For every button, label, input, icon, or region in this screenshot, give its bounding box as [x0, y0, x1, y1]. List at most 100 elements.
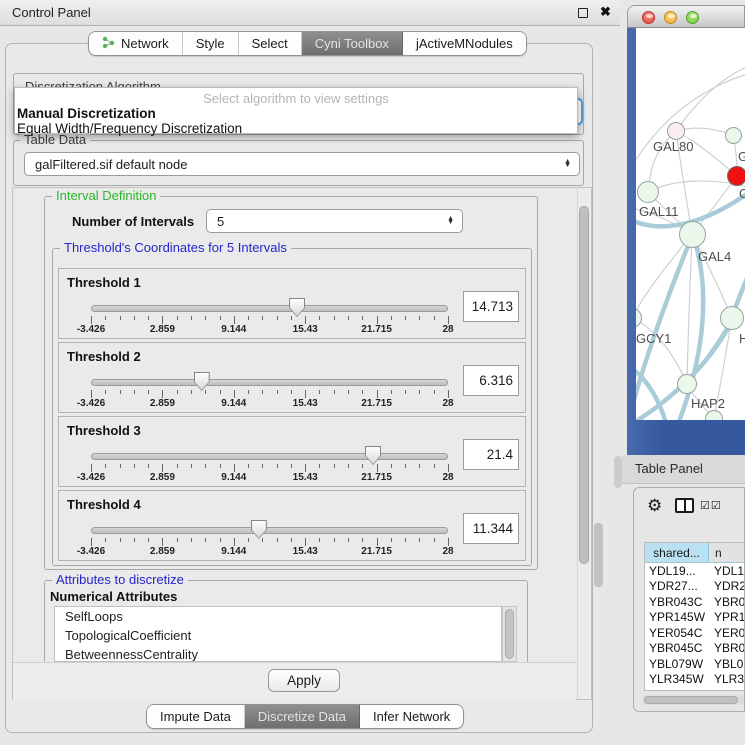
node-attribute-table: shared... n YDL19...YDL1 YDR27...YDR2 YB… — [644, 542, 745, 691]
tab-select[interactable]: Select — [239, 32, 302, 55]
threshold-4-card: Threshold 4 -3.4262.8599.14415.4321.7152… — [58, 490, 526, 561]
tab-network-label: Network — [121, 36, 169, 51]
combo-arrows-icon: ▲▼ — [564, 160, 579, 169]
numerical-attributes-list[interactable]: SelfLoops TopologicalCoefficient Between… — [54, 606, 502, 662]
apply-button[interactable]: Apply — [268, 669, 340, 692]
network-node[interactable] — [637, 181, 659, 203]
threshold-1-value-field[interactable]: 14.713 — [463, 291, 519, 322]
attributes-scrollbar-thumb[interactable] — [505, 609, 514, 659]
top-tab-bar: Network Style Select Cyni Toolbox jActiv… — [88, 31, 527, 56]
threshold-1-card: Threshold 1 -3.4262.8599.14415.4321.7152… — [58, 268, 526, 339]
node-label: HAP2 — [691, 396, 725, 411]
algorithm-option-manual[interactable]: Manual Discretization — [15, 106, 577, 121]
column-header-shared[interactable]: shared... — [645, 543, 709, 562]
tab-jactivemnodules[interactable]: jActiveMNodules — [403, 32, 526, 55]
node-label: GAL4 — [698, 249, 731, 264]
slider-ticks — [91, 464, 448, 472]
list-item[interactable]: SelfLoops — [55, 607, 501, 626]
gear-icon[interactable]: ⚙ — [647, 496, 662, 516]
close-icon[interactable]: ✖ — [600, 4, 611, 20]
slider-ticks — [91, 316, 448, 324]
attributes-scrollbar-track[interactable] — [502, 606, 517, 662]
divider-scrollbar-thumb[interactable] — [614, 456, 622, 488]
column-header-name[interactable]: n — [709, 543, 745, 562]
node-label: H — [739, 331, 745, 346]
node-label: GAL11 — [639, 204, 679, 219]
network-node[interactable] — [679, 221, 706, 248]
checkbox-icons[interactable]: ☑☑ — [700, 499, 722, 512]
table-row[interactable]: YDR27...YDR2 — [645, 579, 745, 595]
threshold-3-slider-thumb[interactable] — [365, 446, 381, 465]
control-panel-title: Control Panel — [12, 5, 91, 20]
table-row[interactable]: YLR345WYLR3 — [645, 672, 745, 688]
threshold-2-slider-thumb[interactable] — [194, 372, 210, 391]
zoom-traffic-light[interactable] — [686, 11, 699, 24]
algorithm-dropdown-popup: Select algorithm to view settings Manual… — [14, 87, 578, 134]
table-row[interactable]: YDL19...YDL1 — [645, 563, 745, 579]
threshold-1-slider-thumb[interactable] — [289, 298, 305, 317]
network-node[interactable] — [677, 374, 697, 394]
slider-tick-labels: -3.4262.8599.14415.4321.71528 — [91, 398, 448, 410]
algorithm-option-equal-width[interactable]: Equal Width/Frequency Discretization — [15, 121, 577, 136]
tab-cyni-toolbox[interactable]: Cyni Toolbox — [302, 32, 403, 55]
list-item[interactable]: TopologicalCoefficient — [55, 626, 501, 645]
table-row[interactable]: YBL079WYBL0 — [645, 656, 745, 672]
number-of-intervals-value: 5 — [207, 214, 447, 229]
tab-style[interactable]: Style — [183, 32, 239, 55]
table-row[interactable]: YER054CYER0 — [645, 625, 745, 641]
table-row[interactable]: YBR043CYBR0 — [645, 594, 745, 610]
settings-scrollbar-thumb[interactable] — [579, 206, 589, 564]
threshold-4-slider-thumb[interactable] — [251, 520, 267, 539]
list-item[interactable]: BetweennessCentrality — [55, 645, 501, 662]
thresholds-group-label: Threshold's Coordinates for 5 Intervals — [60, 241, 291, 255]
slider-tick-labels: -3.4262.8599.14415.4321.71528 — [91, 546, 448, 558]
network-node-selected[interactable] — [727, 166, 745, 186]
table-hscrollbar-track[interactable] — [642, 695, 745, 705]
number-of-intervals-label: Number of Intervals — [72, 214, 194, 229]
table-data-combobox[interactable]: galFiltered.sif default node ▲▼ — [24, 152, 580, 176]
spinner-arrows-icon: ▲▼ — [447, 217, 462, 226]
network-window-titlebar[interactable] — [627, 5, 745, 28]
network-node[interactable] — [720, 306, 744, 330]
columns-icon[interactable] — [675, 498, 694, 513]
network-icon — [102, 36, 115, 52]
minimize-traffic-light[interactable] — [664, 11, 677, 24]
slider-tick-labels: -3.4262.8599.14415.4321.71528 — [91, 472, 448, 484]
threshold-3-value-field[interactable]: 21.4 — [463, 439, 519, 470]
slider-ticks — [91, 390, 448, 398]
table-row[interactable]: YPR145WYPR1 — [645, 610, 745, 626]
network-canvas[interactable]: GAL80 G C GAL11 GAL4 GCY1 H HAP2 — [636, 28, 745, 420]
threshold-4-value-field[interactable]: 11.344 — [463, 513, 519, 544]
number-of-intervals-spinner[interactable]: 5 ▲▼ — [206, 209, 463, 233]
slider-tick-labels: -3.4262.8599.14415.4321.71528 — [91, 324, 448, 336]
table-row[interactable]: YBR045CYBR0 — [645, 641, 745, 657]
threshold-2-card: Threshold 2 -3.4262.8599.14415.4321.7152… — [58, 342, 526, 413]
control-panel-titlebar — [0, 0, 620, 26]
threshold-3-card: Threshold 3 -3.4262.8599.14415.4321.7152… — [58, 416, 526, 487]
tab-network[interactable]: Network — [89, 32, 183, 55]
tab-discretize-data[interactable]: Discretize Data — [245, 705, 360, 728]
tab-impute-data[interactable]: Impute Data — [147, 705, 245, 728]
network-node[interactable] — [725, 127, 742, 144]
threshold-2-value-field[interactable]: 6.316 — [463, 365, 519, 396]
algorithm-placeholder: Select algorithm to view settings — [15, 88, 577, 106]
float-window-icon[interactable] — [578, 8, 588, 18]
node-label: G — [738, 149, 745, 164]
bottom-tab-bar: Impute Data Discretize Data Infer Networ… — [146, 704, 464, 729]
table-panel: ⚙ ☑☑ shared... n YDL19...YDL1 YDR27...YD… — [633, 487, 745, 712]
network-node[interactable] — [667, 122, 685, 140]
divider-scrollbar-thumb[interactable] — [594, 523, 603, 587]
table-data-combobox-value: galFiltered.sif default node — [25, 157, 564, 172]
node-label: C — [739, 186, 745, 201]
node-label: GAL80 — [653, 139, 693, 154]
slider-ticks — [91, 538, 448, 546]
table-panel-title: Table Panel — [635, 461, 703, 476]
attributes-group-label: Attributes to discretize — [52, 573, 188, 587]
node-label: GCY1 — [636, 331, 671, 346]
close-traffic-light[interactable] — [642, 11, 655, 24]
interval-definition-group-label: Interval Definition — [52, 189, 160, 203]
tab-infer-network[interactable]: Infer Network — [360, 705, 463, 728]
network-view-window: GAL80 G C GAL11 GAL4 GCY1 H HAP2 — [627, 5, 745, 455]
table-hscrollbar-thumb[interactable] — [644, 696, 738, 704]
table-row[interactable]: YIL052CYIL0 — [645, 687, 745, 691]
